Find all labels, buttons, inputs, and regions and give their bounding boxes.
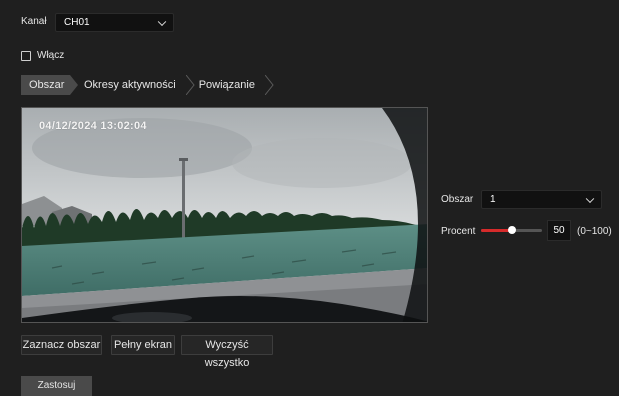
tab-separator-icon: [70, 75, 78, 95]
percent-slider[interactable]: [481, 226, 542, 234]
chevron-down-icon: [157, 17, 167, 26]
channel-select[interactable]: CH01: [55, 13, 174, 32]
tab-separator-icon: [185, 75, 195, 95]
tab-separator-icon: [264, 75, 274, 95]
channel-value: CH01: [64, 17, 90, 28]
video-preview[interactable]: 04/12/2024 13:02:04: [21, 107, 428, 323]
tab-area[interactable]: Obszar: [21, 75, 70, 95]
camera-scene-image: [22, 108, 427, 322]
clear-all-button[interactable]: Wyczyść wszystko: [181, 335, 273, 369]
enable-checkbox[interactable]: [21, 50, 31, 61]
fullscreen-button[interactable]: Pełny ekran: [111, 335, 175, 355]
tab-activity-periods[interactable]: Okresy aktywności: [78, 75, 186, 95]
tab-linkage[interactable]: Powiązanie: [195, 75, 265, 95]
area-label: Obszar: [441, 194, 474, 205]
enable-toggle[interactable]: Włącz: [21, 50, 64, 61]
chevron-down-icon: [585, 194, 595, 203]
percent-label: Procent: [441, 226, 476, 237]
osd-timestamp: 04/12/2024 13:02:04: [39, 120, 147, 132]
percent-range: (0~100): [577, 226, 612, 237]
percent-slider-fill: [481, 229, 512, 232]
apply-button[interactable]: Zastosuj: [21, 376, 92, 396]
tab-bar: Obszar Okresy aktywności Powiązanie: [21, 75, 274, 95]
tab-area-label: Obszar: [29, 79, 65, 91]
percent-input[interactable]: 50: [547, 220, 571, 241]
mark-area-button[interactable]: Zaznacz obszar: [21, 335, 102, 355]
enable-label: Włącz: [37, 50, 65, 61]
channel-label: Kanał: [21, 16, 47, 27]
area-select[interactable]: 1: [481, 190, 602, 209]
tab-linkage-label: Powiązanie: [198, 79, 255, 91]
area-value: 1: [490, 194, 496, 205]
percent-slider-knob[interactable]: [507, 226, 516, 234]
tab-activity-periods-label: Okresy aktywności: [84, 79, 176, 91]
